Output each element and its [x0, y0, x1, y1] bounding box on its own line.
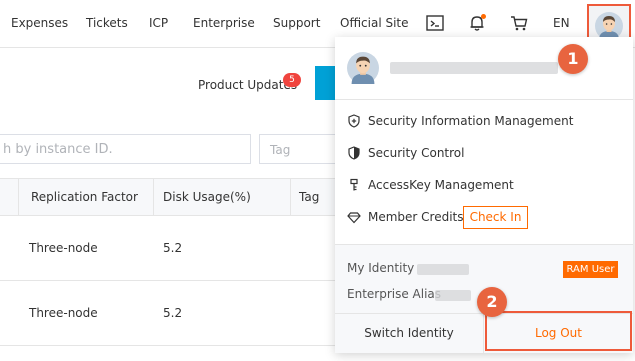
nav-tickets[interactable]: Tickets [86, 16, 128, 30]
enterprise-alias-blurred [435, 290, 471, 301]
avatar [595, 12, 623, 40]
tag-filter-input[interactable]: Tag [259, 134, 339, 164]
replication-cell: Three-node [29, 306, 98, 320]
ram-user-badge: RAM User [563, 261, 618, 278]
menu-divider [335, 99, 633, 100]
search-placeholder: h by instance ID. [3, 142, 113, 157]
nav-icp[interactable]: ICP [149, 16, 168, 30]
enterprise-alias-label: Enterprise Alias [347, 287, 442, 301]
disk-usage-cell: 5.2 [163, 241, 183, 255]
column-divider [290, 179, 291, 215]
account-name-blurred [390, 62, 558, 74]
shield-icon [348, 146, 360, 160]
step-2-badge: 2 [477, 287, 507, 317]
diamond-icon [347, 212, 361, 224]
my-identity-label: My Identity [347, 261, 415, 275]
menu-security-information-management[interactable]: Security Information Management [335, 106, 633, 136]
menu-item-label: Security Control [368, 146, 465, 160]
log-out-highlight-box [485, 311, 632, 351]
cart-icon[interactable] [509, 13, 529, 33]
column-divider [153, 179, 154, 215]
nav-official-site[interactable]: Official Site [340, 16, 409, 30]
column-tag: Tag [299, 190, 320, 204]
key-icon [350, 178, 358, 191]
terminal-icon[interactable] [425, 13, 445, 33]
menu-accesskey-management[interactable]: AccessKey Management [335, 170, 633, 200]
language-switch[interactable]: EN [553, 16, 570, 30]
table-header: Replication Factor Disk Usage(%) Tag [0, 178, 340, 216]
shield-plus-icon [348, 114, 360, 128]
column-replication-factor: Replication Factor [31, 190, 138, 204]
avatar [347, 52, 379, 84]
check-in-button[interactable]: Check In [463, 206, 528, 229]
menu-item-label: AccessKey Management [368, 178, 514, 192]
nav-support[interactable]: Support [273, 16, 320, 30]
identity-value-blurred [417, 264, 469, 275]
step-1-badge: 1 [558, 44, 588, 74]
replication-cell: Three-node [29, 241, 98, 255]
nav-enterprise[interactable]: Enterprise [193, 16, 255, 30]
column-disk-usage: Disk Usage(%) [163, 190, 251, 204]
disk-usage-cell: 5.2 [163, 306, 183, 320]
menu-item-label: Member Credits [368, 210, 464, 224]
menu-item-label: Security Information Management [368, 114, 574, 128]
column-divider [18, 179, 19, 215]
primary-action-button[interactable] [315, 66, 337, 100]
notification-dot [481, 14, 486, 19]
instance-search-input[interactable]: h by instance ID. [0, 134, 251, 164]
table-row: Three-node 5.2 [0, 217, 340, 281]
menu-security-control[interactable]: Security Control [335, 138, 633, 168]
nav-expenses[interactable]: Expenses [11, 16, 68, 30]
updates-count-badge: 5 [283, 73, 301, 87]
switch-identity-button[interactable]: Switch Identity [335, 314, 483, 353]
tag-placeholder: Tag [270, 143, 291, 157]
table-row: Three-node 5.2 [0, 282, 340, 346]
